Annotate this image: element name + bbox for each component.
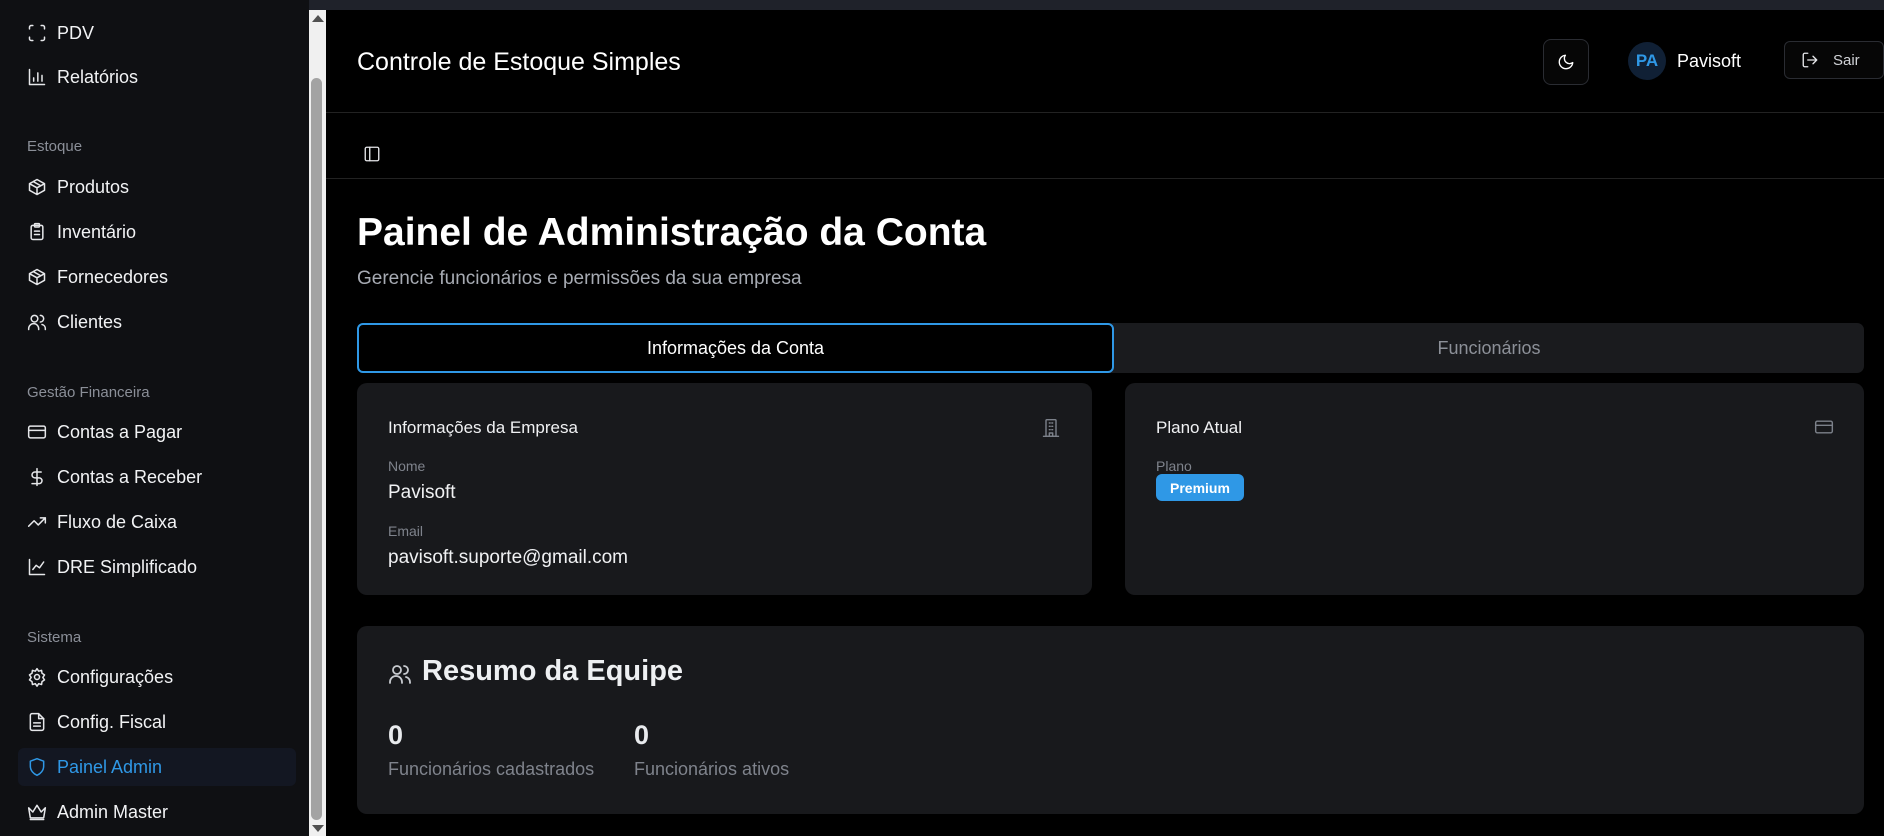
sidebar-item-fornecedores[interactable]: Fornecedores — [18, 258, 296, 296]
top-header: Controle de Estoque Simples PA Pavisoft … — [326, 10, 1884, 113]
users-icon — [27, 312, 47, 332]
panel-left-icon — [363, 145, 381, 163]
company-info-card: Informações da Empresa Nome Pavisoft Ema… — [357, 383, 1092, 595]
sidebar-item-label: Fornecedores — [57, 266, 169, 287]
sidebar-item-dre[interactable]: DRE Simplificado — [18, 548, 296, 586]
company-name-label: Nome — [388, 458, 426, 474]
sidebar-item-config-fiscal[interactable]: Config. Fiscal — [18, 703, 296, 741]
sidebar-item-label: Contas a Receber — [57, 466, 203, 487]
app-title: Controle de Estoque Simples — [357, 48, 681, 76]
sidebar-item-painel-admin[interactable]: Painel Admin — [18, 748, 296, 786]
active-label: Funcionários ativos — [634, 759, 790, 779]
scroll-up-arrow-icon[interactable] — [312, 15, 324, 22]
toolbar — [326, 113, 1884, 179]
logout-label: Sair — [1833, 51, 1860, 69]
shield-icon — [27, 757, 47, 777]
sidebar-item-label: Admin Master — [57, 801, 169, 822]
sidebar-item-clientes[interactable]: Clientes — [18, 303, 296, 341]
sidebar-item-label: Produtos — [57, 176, 130, 197]
registered-count: 0 — [388, 720, 404, 750]
team-summary-card: Resumo da Equipe 0 Funcionários cadastra… — [357, 626, 1864, 814]
clipboard-icon — [27, 222, 47, 242]
sidebar-group-sistema: Sistema — [27, 629, 82, 646]
scan-icon — [27, 23, 47, 43]
sidebar-item-contas-receber[interactable]: Contas a Receber — [18, 458, 296, 496]
sidebar-item-label: PDV — [57, 22, 95, 43]
sidebar-item-label: Fluxo de Caixa — [57, 511, 178, 532]
sidebar-scrollbar[interactable] — [309, 10, 326, 836]
gear-icon — [27, 667, 47, 687]
package-icon — [27, 267, 47, 287]
plan-badge: Premium — [1156, 474, 1244, 501]
plan-card-title: Plano Atual — [1156, 418, 1243, 437]
users-icon — [388, 662, 412, 686]
sidebar-item-relatorios[interactable]: Relatórios — [18, 58, 296, 96]
trending-up-icon — [27, 512, 47, 532]
crown-icon — [27, 802, 47, 822]
sidebar-item-label: Relatórios — [57, 66, 139, 87]
sidebar-item-label: Painel Admin — [57, 756, 163, 777]
building-icon — [1041, 418, 1061, 438]
sidebar-item-label: Clientes — [57, 311, 123, 332]
package-icon — [27, 177, 47, 197]
main-content: Controle de Estoque Simples PA Pavisoft … — [326, 10, 1884, 836]
company-name-value: Pavisoft — [388, 482, 456, 503]
sidebar-item-configuracoes[interactable]: Configurações — [18, 658, 296, 696]
company-email-value: pavisoft.suporte@gmail.com — [388, 547, 628, 568]
credit-card-icon — [1814, 417, 1834, 437]
sidebar-group-financeira: Gestão Financeira — [27, 384, 150, 401]
active-count: 0 — [634, 720, 650, 750]
company-card-title: Informações da Empresa — [388, 418, 578, 437]
sidebar-item-label: Inventário — [57, 221, 137, 242]
company-email-label: Email — [388, 523, 424, 539]
sidebar-item-label: Config. Fiscal — [57, 711, 167, 732]
tab-funcionarios[interactable]: Funcionários — [1114, 323, 1864, 373]
moon-icon — [1557, 53, 1575, 71]
sidebar-item-inventario[interactable]: Inventário — [18, 213, 296, 251]
sidebar-item-pdv[interactable]: PDV — [18, 14, 296, 52]
plan-card: Plano Atual Plano Premium — [1125, 383, 1864, 595]
sidebar-item-admin-master[interactable]: Admin Master — [18, 793, 296, 831]
file-text-icon — [27, 712, 47, 732]
scroll-down-arrow-icon[interactable] — [312, 825, 324, 832]
plan-label: Plano — [1156, 458, 1192, 474]
sidebar-item-label: Configurações — [57, 666, 174, 687]
theme-toggle-button[interactable] — [1543, 39, 1589, 85]
user-name: Pavisoft — [1677, 51, 1742, 71]
sidebar-item-label: Contas a Pagar — [57, 421, 183, 442]
sidebar-toggle-button[interactable] — [363, 145, 381, 163]
sidebar-item-fluxo-caixa[interactable]: Fluxo de Caixa — [18, 503, 296, 541]
sidebar-item-contas-pagar[interactable]: Contas a Pagar — [18, 413, 296, 451]
page-title: Painel de Administração da Conta — [357, 211, 987, 254]
sidebar: PDV Relatórios Estoque Produtos Inventár… — [0, 0, 309, 836]
scrollbar-thumb[interactable] — [311, 78, 322, 820]
tab-list: Informações da Conta Funcionários — [357, 323, 1864, 373]
sidebar-item-produtos[interactable]: Produtos — [18, 168, 296, 206]
page-subtitle: Gerencie funcionários e permissões da su… — [357, 268, 802, 289]
line-chart-icon — [27, 557, 47, 577]
bar-chart-icon — [27, 67, 47, 87]
log-out-icon — [1801, 51, 1833, 69]
dollar-icon — [27, 467, 47, 487]
window-top-strip-inner — [118, 0, 1884, 10]
credit-card-icon — [27, 422, 47, 442]
logout-button[interactable]: Sair — [1784, 41, 1884, 79]
registered-label: Funcionários cadastrados — [388, 759, 595, 779]
avatar[interactable]: PA — [1628, 42, 1666, 80]
team-summary-title: Resumo da Equipe — [422, 655, 684, 687]
tab-informacoes-conta[interactable]: Informações da Conta — [357, 323, 1114, 373]
sidebar-group-estoque: Estoque — [27, 138, 83, 155]
sidebar-item-label: DRE Simplificado — [57, 556, 198, 577]
